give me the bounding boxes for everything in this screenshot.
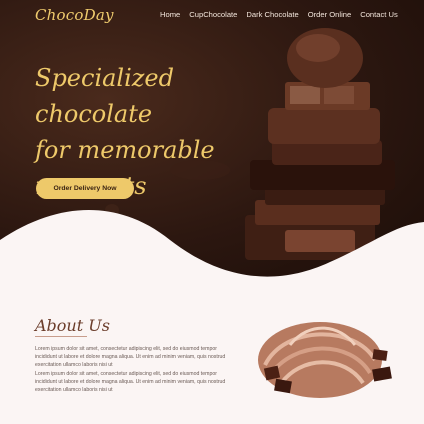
about-chocolate-swirl-image	[258, 322, 392, 398]
landing-page: ChocoDay Home CupChocolate Dark Chocolat…	[0, 0, 424, 424]
logo[interactable]: ChocoDay	[35, 6, 114, 24]
nav-item-contact-us[interactable]: Contact Us	[360, 10, 398, 19]
nav-item-dark-chocolate[interactable]: Dark Chocolate	[246, 10, 298, 19]
hero-section: ChocoDay Home CupChocolate Dark Chocolat…	[0, 0, 424, 285]
nav-item-order-online[interactable]: Order Online	[308, 10, 351, 19]
hero-headline-line-2: for memorable	[35, 136, 215, 164]
nav-item-cupchocolate[interactable]: CupChocolate	[189, 10, 237, 19]
hero-headline-line-1: Specialized chocolate	[35, 64, 174, 128]
nav-item-home[interactable]: Home	[160, 10, 180, 19]
about-paragraph-1: Lorem ipsum dolor sit amet, consectetur …	[35, 346, 226, 368]
about-title-underline	[35, 336, 87, 337]
about-title: About Us	[35, 316, 110, 335]
about-paragraph-2: Lorem ipsum dolor sit amet, consectetur …	[35, 371, 226, 393]
main-nav: Home CupChocolate Dark Chocolate Order O…	[160, 10, 407, 19]
order-delivery-button[interactable]: Order Delivery Now	[36, 178, 134, 199]
